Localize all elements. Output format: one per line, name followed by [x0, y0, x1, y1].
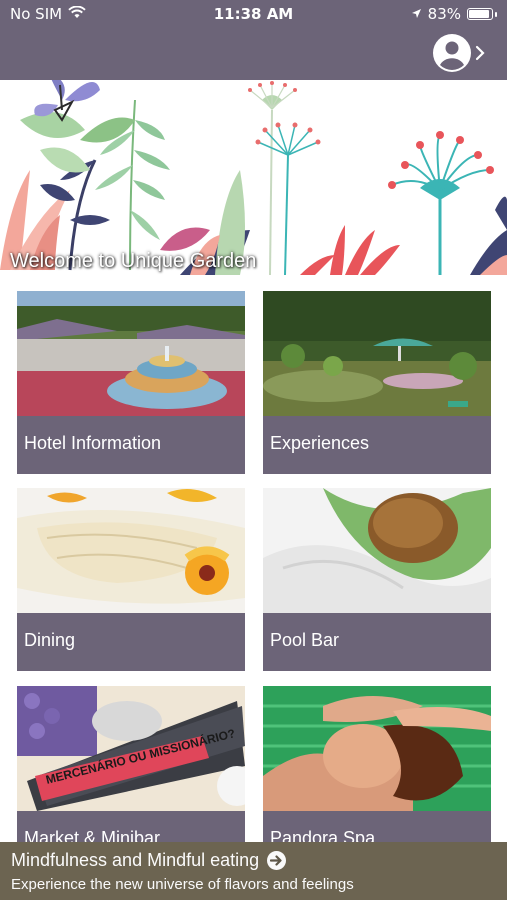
card-pandora-spa[interactable]: Pandora Spa: [263, 686, 491, 842]
menu-grid: Hotel Information Experiences Dining Poo…: [0, 275, 507, 842]
user-circle-icon: [432, 33, 472, 78]
promo-title: Mindfulness and Mindful eating: [11, 850, 260, 870]
market-book-image: MERCENÁRIO OU MISSIONÁRIO?: [17, 686, 245, 811]
battery-icon: [467, 8, 493, 20]
card-label: Market & Minibar: [24, 828, 161, 842]
battery-percent: 83%: [427, 5, 461, 23]
spa-massage-image: [263, 686, 491, 811]
card-label: Hotel Information: [24, 433, 162, 453]
card-experiences[interactable]: Experiences: [263, 291, 491, 474]
card-hotel-information[interactable]: Hotel Information: [17, 291, 245, 474]
top-nav-bar: [0, 28, 507, 80]
status-bar: No SIM 11:38 AM 83%: [0, 0, 507, 28]
card-market-minibar[interactable]: MERCENÁRIO OU MISSIONÁRIO? Market & Mini…: [17, 686, 245, 842]
arrow-right-circle-icon[interactable]: [267, 851, 287, 870]
card-dining[interactable]: Dining: [17, 488, 245, 671]
hero-title: Welcome to Unique Garden: [10, 250, 257, 272]
card-label: Pool Bar: [270, 630, 340, 650]
dining-dish-image: [17, 488, 245, 613]
garden-pond-image: [263, 291, 491, 416]
location-arrow-icon: [411, 5, 422, 23]
card-pool-bar[interactable]: Pool Bar: [263, 488, 491, 671]
card-label: Experiences: [270, 433, 370, 453]
card-label: Dining: [24, 630, 76, 650]
hotel-fountain-image: [17, 291, 245, 416]
promo-banner[interactable]: Mindfulness and Mindful eating Experienc…: [0, 842, 507, 900]
chevron-right-icon: [475, 45, 485, 66]
card-label: Pandora Spa: [270, 828, 376, 842]
pool-bar-dish-image: [263, 488, 491, 613]
hero-banner: Welcome to Unique Garden: [0, 80, 507, 275]
profile-button[interactable]: [432, 33, 485, 78]
promo-subtitle: Experience the new universe of flavors a…: [11, 876, 354, 893]
botanical-illustration: [0, 80, 507, 275]
